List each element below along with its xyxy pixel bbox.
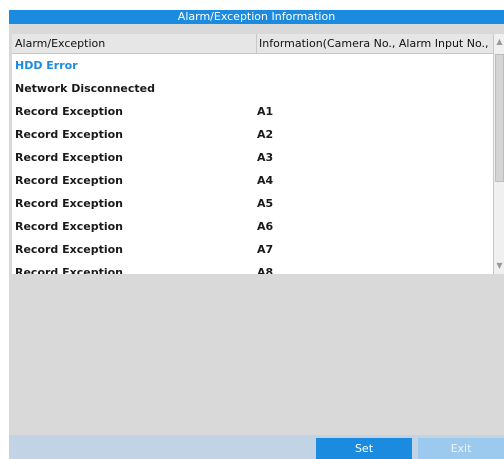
information-cell: A8	[257, 266, 274, 274]
table-row[interactable]: Record Exception A2	[12, 123, 493, 146]
button-bar: Set Exit	[9, 435, 504, 459]
table-row[interactable]: Record Exception A3	[12, 146, 493, 169]
alarm-exception-dialog: Alarm/Exception Information Alarm/Except…	[9, 10, 504, 459]
column-header-alarm-exception[interactable]: Alarm/Exception	[15, 34, 251, 53]
column-header-information[interactable]: Information(Camera No., Alarm Input No.,…	[256, 34, 494, 53]
alarm-type-cell: Network Disconnected	[15, 82, 155, 95]
table-row[interactable]: Record Exception A8	[12, 261, 493, 274]
information-cell: A7	[257, 243, 274, 256]
table-row[interactable]: Record Exception A4	[12, 169, 493, 192]
table-row[interactable]: HDD Error	[12, 54, 493, 77]
information-cell: A3	[257, 151, 274, 164]
alarm-type-cell: Record Exception	[15, 220, 124, 233]
table-row[interactable]: Network Disconnected	[12, 77, 493, 100]
table-body: HDD Error Network Disconnected Record Ex…	[12, 54, 493, 274]
alarm-type-cell: HDD Error	[15, 59, 78, 72]
set-button[interactable]: Set	[316, 438, 412, 459]
alarm-type-cell: Record Exception	[15, 266, 124, 274]
alarm-type-cell: Record Exception	[15, 243, 124, 256]
alarm-type-cell: Record Exception	[15, 128, 124, 141]
information-cell: A1	[257, 105, 274, 118]
alarm-exception-table: Alarm/Exception Information(Camera No., …	[12, 34, 504, 274]
information-cell: A6	[257, 220, 274, 233]
table-row[interactable]: Record Exception A1	[12, 100, 493, 123]
information-cell: A5	[257, 197, 274, 210]
alarm-type-cell: Record Exception	[15, 105, 124, 118]
alarm-type-cell: Record Exception	[15, 197, 124, 210]
table-row[interactable]: Record Exception A7	[12, 238, 493, 261]
alarm-type-cell: Record Exception	[15, 174, 124, 187]
information-cell: A4	[257, 174, 274, 187]
scroll-down-arrow-icon[interactable]: ▼	[495, 259, 504, 273]
exit-button[interactable]: Exit	[418, 438, 504, 459]
table-header: Alarm/Exception Information(Camera No., …	[12, 34, 494, 54]
information-cell: A2	[257, 128, 274, 141]
alarm-type-cell: Record Exception	[15, 151, 124, 164]
table-row[interactable]: Record Exception A5	[12, 192, 493, 215]
scroll-up-arrow-icon[interactable]: ▲	[495, 35, 504, 49]
table-row[interactable]: Record Exception A6	[12, 215, 493, 238]
dialog-title: Alarm/Exception Information	[9, 10, 504, 24]
vertical-scrollbar[interactable]: ▲ ▼	[493, 34, 504, 274]
scroll-thumb[interactable]	[495, 54, 504, 182]
